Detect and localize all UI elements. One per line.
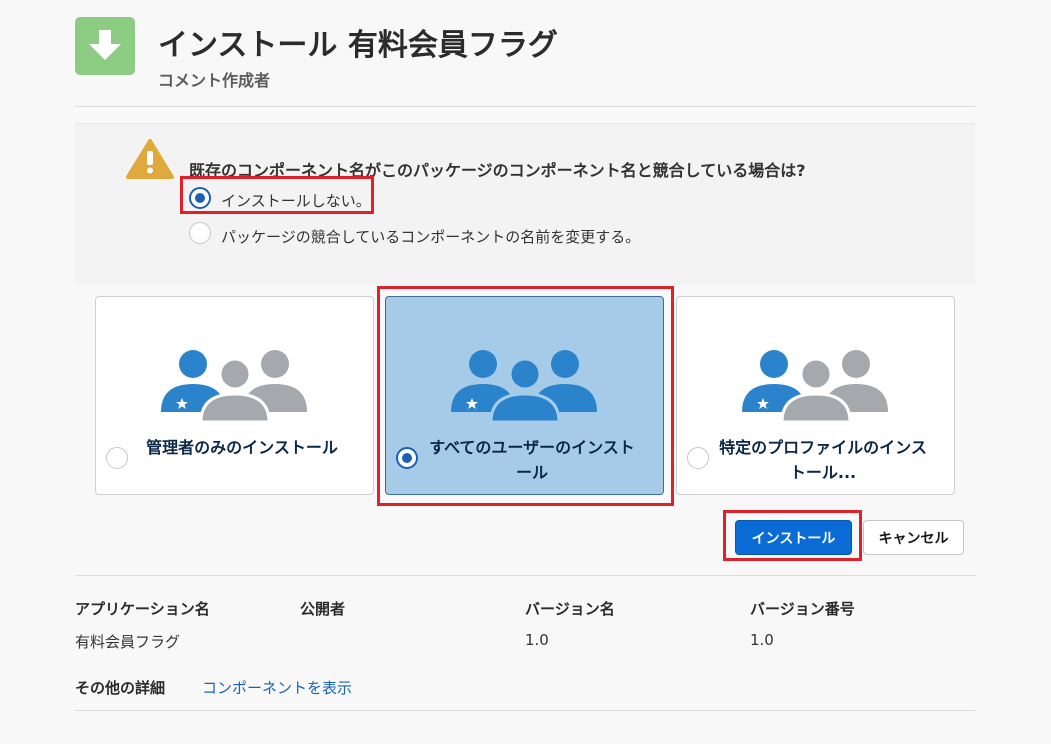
version-name-value: 1.0 xyxy=(525,631,549,649)
publisher-header: 公開者 xyxy=(300,600,346,618)
warning-icon xyxy=(126,139,174,179)
highlight-box-install-button xyxy=(723,510,862,561)
footer-divider xyxy=(75,710,975,711)
option-rename-radio[interactable] xyxy=(189,222,211,244)
version-number-value: 1.0 xyxy=(750,631,774,649)
details-label: その他の詳細 xyxy=(75,679,166,697)
highlight-box-conflict-option xyxy=(180,176,374,214)
version-name-header: バージョン名 xyxy=(525,600,615,618)
page-subtitle: コメント作成者 xyxy=(158,71,271,90)
cancel-button[interactable]: キャンセル xyxy=(863,520,964,555)
card-admin-only[interactable]: 管理者のみのインストール xyxy=(95,296,374,495)
download-arrow-icon xyxy=(89,30,121,60)
highlight-box-all-users xyxy=(377,286,674,506)
card-admin-only-radio[interactable] xyxy=(106,447,128,469)
header-divider xyxy=(75,106,975,107)
version-number-header: バージョン番号 xyxy=(750,600,855,618)
option-rename-label[interactable]: パッケージの競合しているコンポーネントの名前を変更する。 xyxy=(221,226,640,247)
app-name-value: 有料会員フラグ xyxy=(75,633,181,651)
app-icon xyxy=(75,17,135,75)
view-components-link[interactable]: コンポーネントを表示 xyxy=(202,677,352,698)
admin-users-icon xyxy=(160,350,307,422)
card-specific-profiles-radio[interactable] xyxy=(687,447,709,469)
card-specific-profiles-label[interactable]: 特定のプロファイルのインストール... xyxy=(717,435,929,485)
actions-divider xyxy=(75,575,975,576)
profile-users-icon xyxy=(741,350,888,422)
app-name-header: アプリケーション名 xyxy=(75,600,210,618)
card-specific-profiles[interactable]: 特定のプロファイルのインストール... xyxy=(676,296,955,495)
page-title: インストール 有料会員フラグ xyxy=(158,28,558,63)
card-admin-only-label[interactable]: 管理者のみのインストール xyxy=(136,435,348,460)
